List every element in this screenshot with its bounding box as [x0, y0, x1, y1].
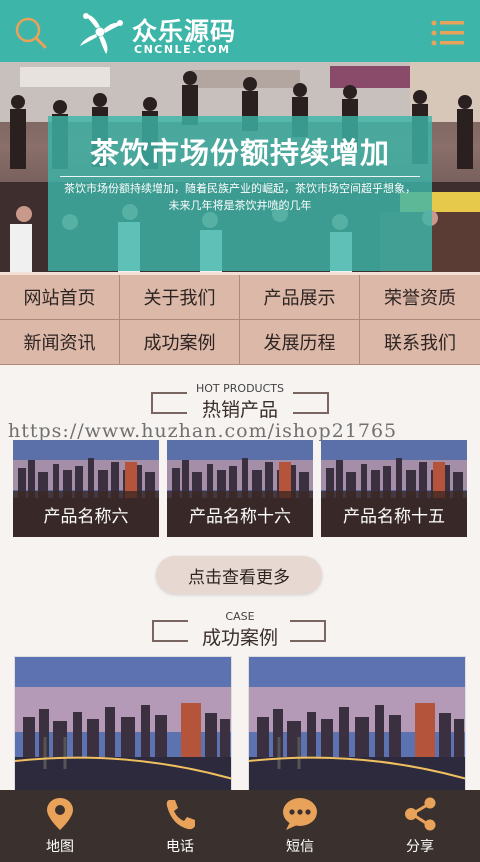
chat-bubble-icon	[283, 798, 317, 830]
footer-share[interactable]: 分享	[360, 790, 480, 862]
footer-label: 短信	[286, 839, 314, 855]
list-menu-icon[interactable]	[430, 18, 466, 48]
product-name: 产品名称十六	[167, 491, 313, 537]
case-title: CASE 成功案例	[0, 610, 480, 654]
nav-home[interactable]: 网站首页	[0, 275, 120, 320]
share-icon	[405, 797, 436, 831]
logo[interactable]: 众乐源码 CNCNLE.COM	[76, 8, 266, 56]
nav-cases[interactable]: 成功案例	[120, 320, 240, 365]
banner-text: 茶饮市场份额持续增加，随着民族产业的崛起，茶饮市场空间超乎想象，未来几年将是茶饮…	[64, 182, 416, 212]
product-card[interactable]: 产品名称十六	[167, 440, 313, 537]
nav-history[interactable]: 发展历程	[240, 320, 360, 365]
logo-mark-icon	[80, 13, 123, 54]
banner-title: 茶饮市场份额持续增加	[89, 136, 390, 170]
search-icon[interactable]	[12, 14, 48, 50]
phone-icon	[166, 800, 195, 830]
nav-honors[interactable]: 荣誉资质	[360, 275, 480, 320]
footer-sms[interactable]: 短信	[240, 790, 360, 862]
product-card[interactable]: 产品名称十五	[321, 440, 467, 537]
product-name: 产品名称十五	[321, 491, 467, 537]
footer-label: 分享	[406, 839, 434, 855]
nav-products[interactable]: 产品展示	[240, 275, 360, 320]
banner-caption: 茶饮市场份额持续增加 茶饮市场份额持续增加，随着民族产业的崛起，茶饮市场空间超乎…	[48, 116, 432, 271]
case-image	[15, 657, 231, 795]
nav-contact[interactable]: 联系我们	[360, 320, 480, 365]
section-title-cn: 热销产品	[201, 399, 278, 421]
section-title-cn: 成功案例	[201, 627, 278, 649]
product-card[interactable]: 产品名称六	[13, 440, 159, 537]
nav-about[interactable]: 关于我们	[120, 275, 240, 320]
banner[interactable]: 茶饮市场份额持续增加 茶饮市场份额持续增加，随着民族产业的崛起，茶饮市场空间超乎…	[0, 62, 480, 275]
product-name: 产品名称六	[13, 491, 159, 537]
case-card[interactable]	[14, 656, 232, 796]
case-image	[249, 657, 465, 795]
footer-label: 地图	[46, 839, 74, 855]
banner-divider	[60, 176, 420, 177]
header: 众乐源码 CNCNLE.COM	[0, 0, 480, 62]
section-title-en: CASE	[225, 610, 255, 623]
logo-subtitle: CNCNLE.COM	[134, 43, 231, 56]
nav-grid: 网站首页 关于我们 产品展示 荣誉资质 新闻资讯 成功案例 发展历程 联系我们	[0, 275, 480, 365]
case-card[interactable]	[248, 656, 466, 796]
watermark-url: https://www.huzhan.com/ishop21765	[8, 420, 398, 442]
section-title-en: HOT PRODUCTS	[196, 382, 284, 395]
footer-map[interactable]: 地图	[0, 790, 120, 862]
footer-phone[interactable]: 电话	[120, 790, 240, 862]
footer-label: 电话	[166, 839, 194, 855]
footer-bar: 地图 电话 短信 分享	[0, 790, 480, 862]
nav-news[interactable]: 新闻资讯	[0, 320, 120, 365]
view-more-button[interactable]: 点击查看更多	[156, 556, 322, 594]
map-pin-icon	[47, 798, 73, 830]
